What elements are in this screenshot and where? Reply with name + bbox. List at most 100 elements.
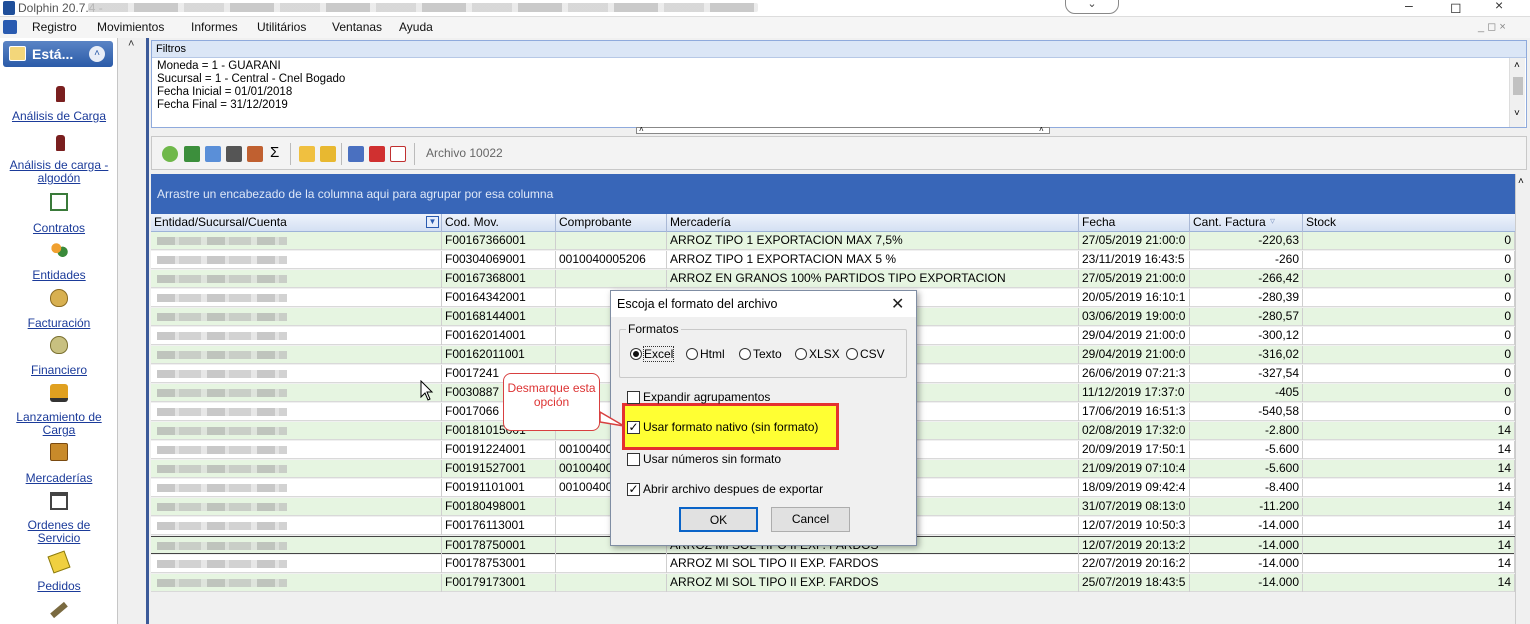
table-cell-entidad-redacted[interactable]	[151, 479, 442, 497]
table-cell-cod[interactable]: F00167368001	[442, 270, 556, 288]
table-cell-entidad-redacted[interactable]	[151, 327, 442, 345]
sidebar-item-analisis-algodon[interactable]: Análisis de carga - algodón	[0, 159, 118, 185]
table-cell-cant[interactable]: -14.000	[1190, 555, 1303, 573]
table-cell-entidad-redacted[interactable]	[151, 441, 442, 459]
group-by-area[interactable]: Arrastre un encabezado de la columna aqu…	[151, 174, 1515, 214]
checkmark-icon[interactable]: ✓	[627, 420, 640, 434]
col-comprobante[interactable]: Comprobante	[556, 214, 667, 232]
col-entidad[interactable]: Entidad/Sucursal/Cuenta	[151, 214, 442, 232]
table-cell-stock[interactable]: 14	[1303, 517, 1515, 535]
table-cell-entidad-redacted[interactable]	[151, 346, 442, 364]
checkbox-numeros[interactable]: Usar números sin formato	[627, 452, 781, 466]
table-cell-fecha[interactable]: 03/06/2019 19:00:0	[1079, 308, 1190, 326]
radio-texto[interactable]: Texto	[739, 347, 782, 361]
copy-icon[interactable]	[348, 146, 364, 162]
scroll-thumb[interactable]	[1513, 77, 1523, 95]
menu-registro[interactable]: Registro	[32, 20, 77, 34]
table-cell-fecha[interactable]: 12/07/2019 10:50:3	[1079, 517, 1190, 535]
menu-informes[interactable]: Informes	[191, 20, 238, 34]
table-cell-stock[interactable]: 0	[1303, 327, 1515, 345]
col-mercaderia[interactable]: Mercadería	[667, 214, 1079, 232]
table-cell-cant[interactable]: -220,63	[1190, 232, 1303, 250]
scroll-up-icon[interactable]: ˄	[128, 38, 134, 50]
table-cell-entidad-redacted[interactable]	[151, 251, 442, 269]
table-cell-fecha[interactable]: 17/06/2019 16:51:3	[1079, 403, 1190, 421]
sidebar-item-mercaderias[interactable]: Mercaderías	[0, 472, 118, 485]
table-cell-stock[interactable]: 14	[1303, 498, 1515, 516]
collapse-up-icon[interactable]: ˄	[1039, 126, 1044, 134]
table-cell-cant[interactable]: -2.800	[1190, 422, 1303, 440]
table-cell-stock[interactable]: 14	[1303, 574, 1515, 592]
scroll-up-icon[interactable]: ˄	[1514, 60, 1520, 71]
table-row[interactable]: F00167368001 ARROZ EN GRANOS 100% PARTIDO…	[151, 270, 1515, 288]
sidebar-item-pedidos[interactable]: Pedidos	[0, 580, 118, 593]
close-icon[interactable]: ×	[1495, 0, 1503, 13]
sidebar-item-analisis-carga[interactable]: Análisis de Carga	[0, 110, 118, 123]
table-cell-cant[interactable]: -5.600	[1190, 441, 1303, 459]
radio-excel[interactable]: Excel	[630, 346, 675, 362]
maximize-icon[interactable]: ◻	[1450, 0, 1462, 16]
table-cell-cant[interactable]: -280,39	[1190, 289, 1303, 307]
table-cell-fecha[interactable]: 20/09/2019 17:50:1	[1079, 441, 1190, 459]
table-cell-stock[interactable]: 14	[1303, 441, 1515, 459]
checkbox-formato-nativo[interactable]: ✓ Usar formato nativo (sin formato)	[627, 420, 818, 434]
table-cell-cod[interactable]: F00162014001	[442, 327, 556, 345]
filters-scrollbar[interactable]: ˄ ˅	[1509, 58, 1525, 127]
table-cell-cod[interactable]: F00168144001	[442, 308, 556, 326]
menu-ayuda[interactable]: Ayuda	[399, 20, 433, 34]
ribbon-toggle-button[interactable]: ⌄	[1065, 0, 1119, 14]
table-cell-fecha[interactable]: 11/12/2019 17:37:0	[1079, 384, 1190, 402]
table-cell-cant[interactable]: -327,54	[1190, 365, 1303, 383]
splitter-bar[interactable]	[146, 38, 149, 624]
table-cell-cod[interactable]: F00178753001	[442, 555, 556, 573]
table-row[interactable]: F00304069001 0010040005206 ARROZ TIPO 1 EX…	[151, 251, 1515, 269]
table-cell-entidad-redacted[interactable]	[151, 308, 442, 326]
table-cell-cant[interactable]: -14.000	[1190, 574, 1303, 592]
columns-icon[interactable]	[247, 146, 263, 162]
table-cell-merc[interactable]: ARROZ MI SOL TIPO II EXP. FARDOS	[667, 555, 1079, 573]
table-cell-cant[interactable]: -316,02	[1190, 346, 1303, 364]
table-cell-entidad-redacted[interactable]	[151, 517, 442, 535]
sidebar-header[interactable]: Está... ˄	[3, 41, 113, 67]
table-cell-cant[interactable]: -8.400	[1190, 479, 1303, 497]
scroll-up-icon[interactable]: ˄	[1518, 176, 1524, 187]
table-cell-cant[interactable]: -405	[1190, 384, 1303, 402]
refresh-icon[interactable]	[184, 146, 200, 162]
table-cell-cant[interactable]: -260	[1190, 251, 1303, 269]
radio-icon[interactable]	[846, 348, 858, 360]
table-cell-cod[interactable]: F00304069001	[442, 251, 556, 269]
table-cell-cant[interactable]: -14.000	[1190, 517, 1303, 535]
radio-csv[interactable]: CSV	[846, 347, 885, 361]
cancel-button[interactable]: Cancel	[771, 507, 850, 532]
table-cell-entidad-redacted[interactable]	[151, 422, 442, 440]
close-icon[interactable]: ✕	[891, 294, 904, 314]
table-cell-entidad-redacted[interactable]	[151, 384, 442, 402]
sort-icon[interactable]: ▿	[1270, 216, 1275, 227]
filter-icon[interactable]	[162, 146, 178, 162]
table-cell-entidad-redacted[interactable]	[151, 574, 442, 592]
table-row[interactable]: F00167366001 ARROZ TIPO 1 EXPORTACION MAX…	[151, 232, 1515, 250]
table-cell-cant[interactable]: -280,57	[1190, 308, 1303, 326]
table-cell-stock[interactable]: 14	[1303, 479, 1515, 497]
sidebar-splitter[interactable]: ˄	[118, 38, 149, 624]
table-cell-merc[interactable]: ARROZ TIPO 1 EXPORTACION MAX 7,5%	[667, 232, 1079, 250]
scroll-down-icon[interactable]: ˅	[1514, 108, 1520, 119]
col-cod-mov[interactable]: Cod. Mov.	[442, 214, 556, 232]
sidebar-item-contratos[interactable]: Contratos	[0, 222, 118, 235]
menu-movimientos[interactable]: Movimientos	[97, 20, 164, 34]
table-cell-cod[interactable]: F00191101001	[442, 479, 556, 497]
table-cell-comp[interactable]	[556, 270, 667, 288]
stop-icon[interactable]	[369, 146, 385, 162]
grid-scrollbar[interactable]: ˄	[1515, 174, 1527, 624]
table-cell-cant[interactable]: -5.600	[1190, 460, 1303, 478]
checkbox-icon[interactable]	[627, 452, 640, 466]
table-cell-merc[interactable]: ARROZ EN GRANOS 100% PARTIDOS TIPO EXPOR…	[667, 270, 1079, 288]
table-cell-stock[interactable]: 14	[1303, 422, 1515, 440]
table-cell-stock[interactable]: 0	[1303, 289, 1515, 307]
menu-ventanas[interactable]: Ventanas	[332, 20, 382, 34]
table-cell-cant[interactable]: -300,12	[1190, 327, 1303, 345]
folder-icon[interactable]	[320, 146, 336, 162]
table-cell-stock[interactable]: 14	[1303, 537, 1515, 555]
table-cell-fecha[interactable]: 31/07/2019 08:13:0	[1079, 498, 1190, 516]
table-cell-entidad-redacted[interactable]	[151, 403, 442, 421]
